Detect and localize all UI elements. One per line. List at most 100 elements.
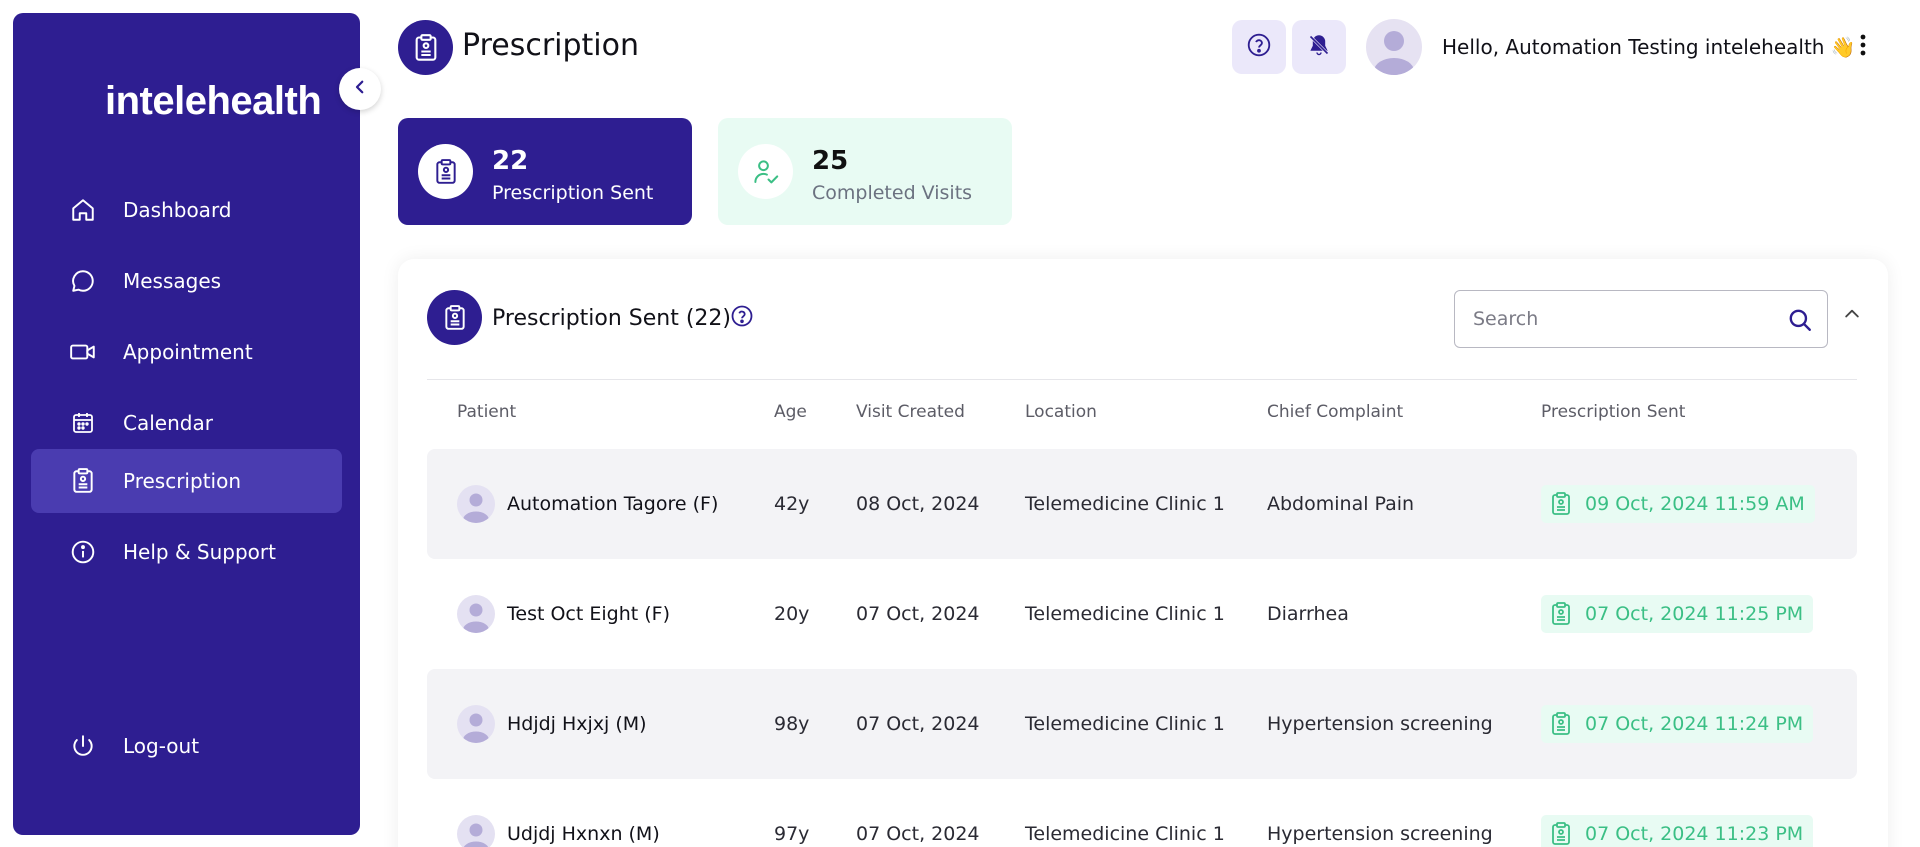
sidebar-item-label: Calendar bbox=[123, 411, 213, 435]
clipboard-icon bbox=[1551, 492, 1573, 516]
clipboard-icon bbox=[1551, 822, 1573, 846]
prescription-sent-panel: Prescription Sent (22) Patient Age Visit… bbox=[398, 259, 1888, 847]
clipboard-icon bbox=[418, 144, 473, 199]
intelehealth-logo: intelehealth bbox=[105, 79, 322, 123]
page-title: Prescription bbox=[462, 28, 639, 63]
clipboard-icon bbox=[1551, 602, 1573, 626]
visit-created: 07 Oct, 2024 bbox=[856, 823, 980, 845]
chief-complaint: Hypertension screening bbox=[1267, 823, 1493, 845]
prescription-sent-badge: 07 Oct, 2024 11:25 PM bbox=[1541, 595, 1814, 633]
patient-name: Test Oct Eight (F) bbox=[507, 603, 670, 625]
divider bbox=[427, 379, 1857, 380]
location: Telemedicine Clinic 1 bbox=[1025, 823, 1225, 845]
collapse-panel-button[interactable] bbox=[1842, 304, 1866, 328]
search-input[interactable] bbox=[1473, 291, 1763, 347]
column-header-age: Age bbox=[774, 402, 807, 422]
column-header-visit-created: Visit Created bbox=[856, 402, 965, 422]
sidebar-item-label: Messages bbox=[123, 269, 222, 293]
video-icon bbox=[69, 338, 97, 366]
prescription-sent-date: 07 Oct, 2024 11:23 PM bbox=[1585, 823, 1804, 845]
question-circle-icon bbox=[730, 304, 754, 332]
chief-complaint: Abdominal Pain bbox=[1267, 493, 1415, 515]
chevron-up-icon bbox=[1842, 309, 1862, 328]
column-header-prescription-sent: Prescription Sent bbox=[1541, 402, 1686, 422]
kebab-menu-icon bbox=[1860, 34, 1866, 60]
page-clipboard-icon bbox=[398, 20, 453, 75]
location: Telemedicine Clinic 1 bbox=[1025, 493, 1225, 515]
column-header-patient: Patient bbox=[457, 402, 517, 422]
logout-label: Log-out bbox=[123, 734, 200, 758]
prescription-sent-date: 09 Oct, 2024 11:59 AM bbox=[1585, 493, 1805, 515]
prescription-sent-date: 07 Oct, 2024 11:24 PM bbox=[1585, 713, 1804, 735]
sidebar-item-appointment[interactable]: Appointment bbox=[31, 320, 342, 384]
patient-age: 20y bbox=[774, 603, 810, 625]
user-avatar[interactable] bbox=[1366, 19, 1422, 75]
sidebar-item-prescription[interactable]: Prescription bbox=[31, 449, 342, 513]
power-icon bbox=[69, 732, 97, 760]
column-header-chief-complaint: Chief Complaint bbox=[1267, 402, 1404, 422]
table-row[interactable]: Automation Tagore (F) 42y 08 Oct, 2024 T… bbox=[427, 449, 1857, 559]
sidebar-item-messages[interactable]: Messages bbox=[31, 249, 342, 313]
logout-button[interactable]: Log-out bbox=[31, 714, 342, 778]
prescription-sent-date: 07 Oct, 2024 11:25 PM bbox=[1585, 603, 1804, 625]
panel-help-button[interactable] bbox=[730, 304, 754, 332]
stat-value: 25 bbox=[812, 146, 849, 176]
clipboard-icon bbox=[69, 467, 97, 495]
stat-value: 22 bbox=[492, 146, 529, 176]
home-icon bbox=[69, 196, 97, 224]
user-greeting: Hello, Automation Testing intelehealth 👋 bbox=[1442, 35, 1856, 59]
visit-created: 07 Oct, 2024 bbox=[856, 603, 980, 625]
sidebar-item-label: Help & Support bbox=[123, 540, 276, 564]
chief-complaint: Diarrhea bbox=[1267, 603, 1349, 625]
patient-name: Udjdj Hxnxn (M) bbox=[507, 823, 660, 845]
avatar bbox=[457, 595, 495, 633]
avatar bbox=[457, 815, 495, 847]
more-options-button[interactable] bbox=[1852, 30, 1874, 64]
search-box bbox=[1454, 290, 1828, 348]
clipboard-icon bbox=[1551, 712, 1573, 736]
visit-created: 08 Oct, 2024 bbox=[856, 493, 980, 515]
prescription-sent-badge: 09 Oct, 2024 11:59 AM bbox=[1541, 485, 1815, 523]
info-icon bbox=[69, 538, 97, 566]
prescription-sent-badge: 07 Oct, 2024 11:24 PM bbox=[1541, 705, 1814, 743]
notifications-button[interactable] bbox=[1292, 20, 1346, 74]
table-row[interactable]: Hdjdj Hxjxj (M) 98y 07 Oct, 2024 Telemed… bbox=[427, 669, 1857, 779]
visit-created: 07 Oct, 2024 bbox=[856, 713, 980, 735]
sidebar-item-calendar[interactable]: Calendar bbox=[31, 391, 342, 455]
table-row[interactable]: Udjdj Hxnxn (M) 97y 07 Oct, 2024 Telemed… bbox=[427, 779, 1857, 847]
clipboard-icon bbox=[427, 290, 482, 345]
calendar-icon bbox=[69, 409, 97, 437]
collapse-sidebar-button[interactable] bbox=[339, 68, 381, 110]
chevron-left-icon bbox=[351, 78, 369, 100]
user-check-icon bbox=[738, 144, 793, 199]
column-header-location: Location bbox=[1025, 402, 1097, 422]
sidebar-item-help-support[interactable]: Help & Support bbox=[31, 520, 342, 584]
sidebar-item-label: Prescription bbox=[123, 469, 241, 493]
sidebar-item-label: Appointment bbox=[123, 340, 253, 364]
patient-age: 98y bbox=[774, 713, 810, 735]
patient-name: Automation Tagore (F) bbox=[507, 493, 719, 515]
avatar bbox=[457, 705, 495, 743]
help-button[interactable] bbox=[1232, 20, 1286, 74]
chat-icon bbox=[69, 267, 97, 295]
location: Telemedicine Clinic 1 bbox=[1025, 713, 1225, 735]
bell-off-icon bbox=[1307, 33, 1331, 61]
patient-age: 97y bbox=[774, 823, 810, 845]
stat-label: Completed Visits bbox=[812, 182, 973, 204]
sidebar-item-label: Dashboard bbox=[123, 198, 232, 222]
stat-card-prescription-sent[interactable]: 22 Prescription Sent bbox=[398, 118, 692, 225]
stat-label: Prescription Sent bbox=[492, 182, 654, 204]
panel-title: Prescription Sent (22) bbox=[492, 306, 732, 331]
location: Telemedicine Clinic 1 bbox=[1025, 603, 1225, 625]
avatar bbox=[457, 485, 495, 523]
question-circle-icon bbox=[1246, 32, 1272, 62]
table-row[interactable]: Test Oct Eight (F) 20y 07 Oct, 2024 Tele… bbox=[427, 559, 1857, 669]
patient-name: Hdjdj Hxjxj (M) bbox=[507, 713, 647, 735]
patient-age: 42y bbox=[774, 493, 810, 515]
sidebar-item-dashboard[interactable]: Dashboard bbox=[31, 178, 342, 242]
stat-card-completed-visits[interactable]: 25 Completed Visits bbox=[718, 118, 1012, 225]
search-icon[interactable] bbox=[1787, 307, 1813, 333]
prescription-sent-badge: 07 Oct, 2024 11:23 PM bbox=[1541, 815, 1814, 847]
chief-complaint: Hypertension screening bbox=[1267, 713, 1493, 735]
sidebar: intelehealth Dashboard Messages Appointm… bbox=[13, 13, 360, 835]
